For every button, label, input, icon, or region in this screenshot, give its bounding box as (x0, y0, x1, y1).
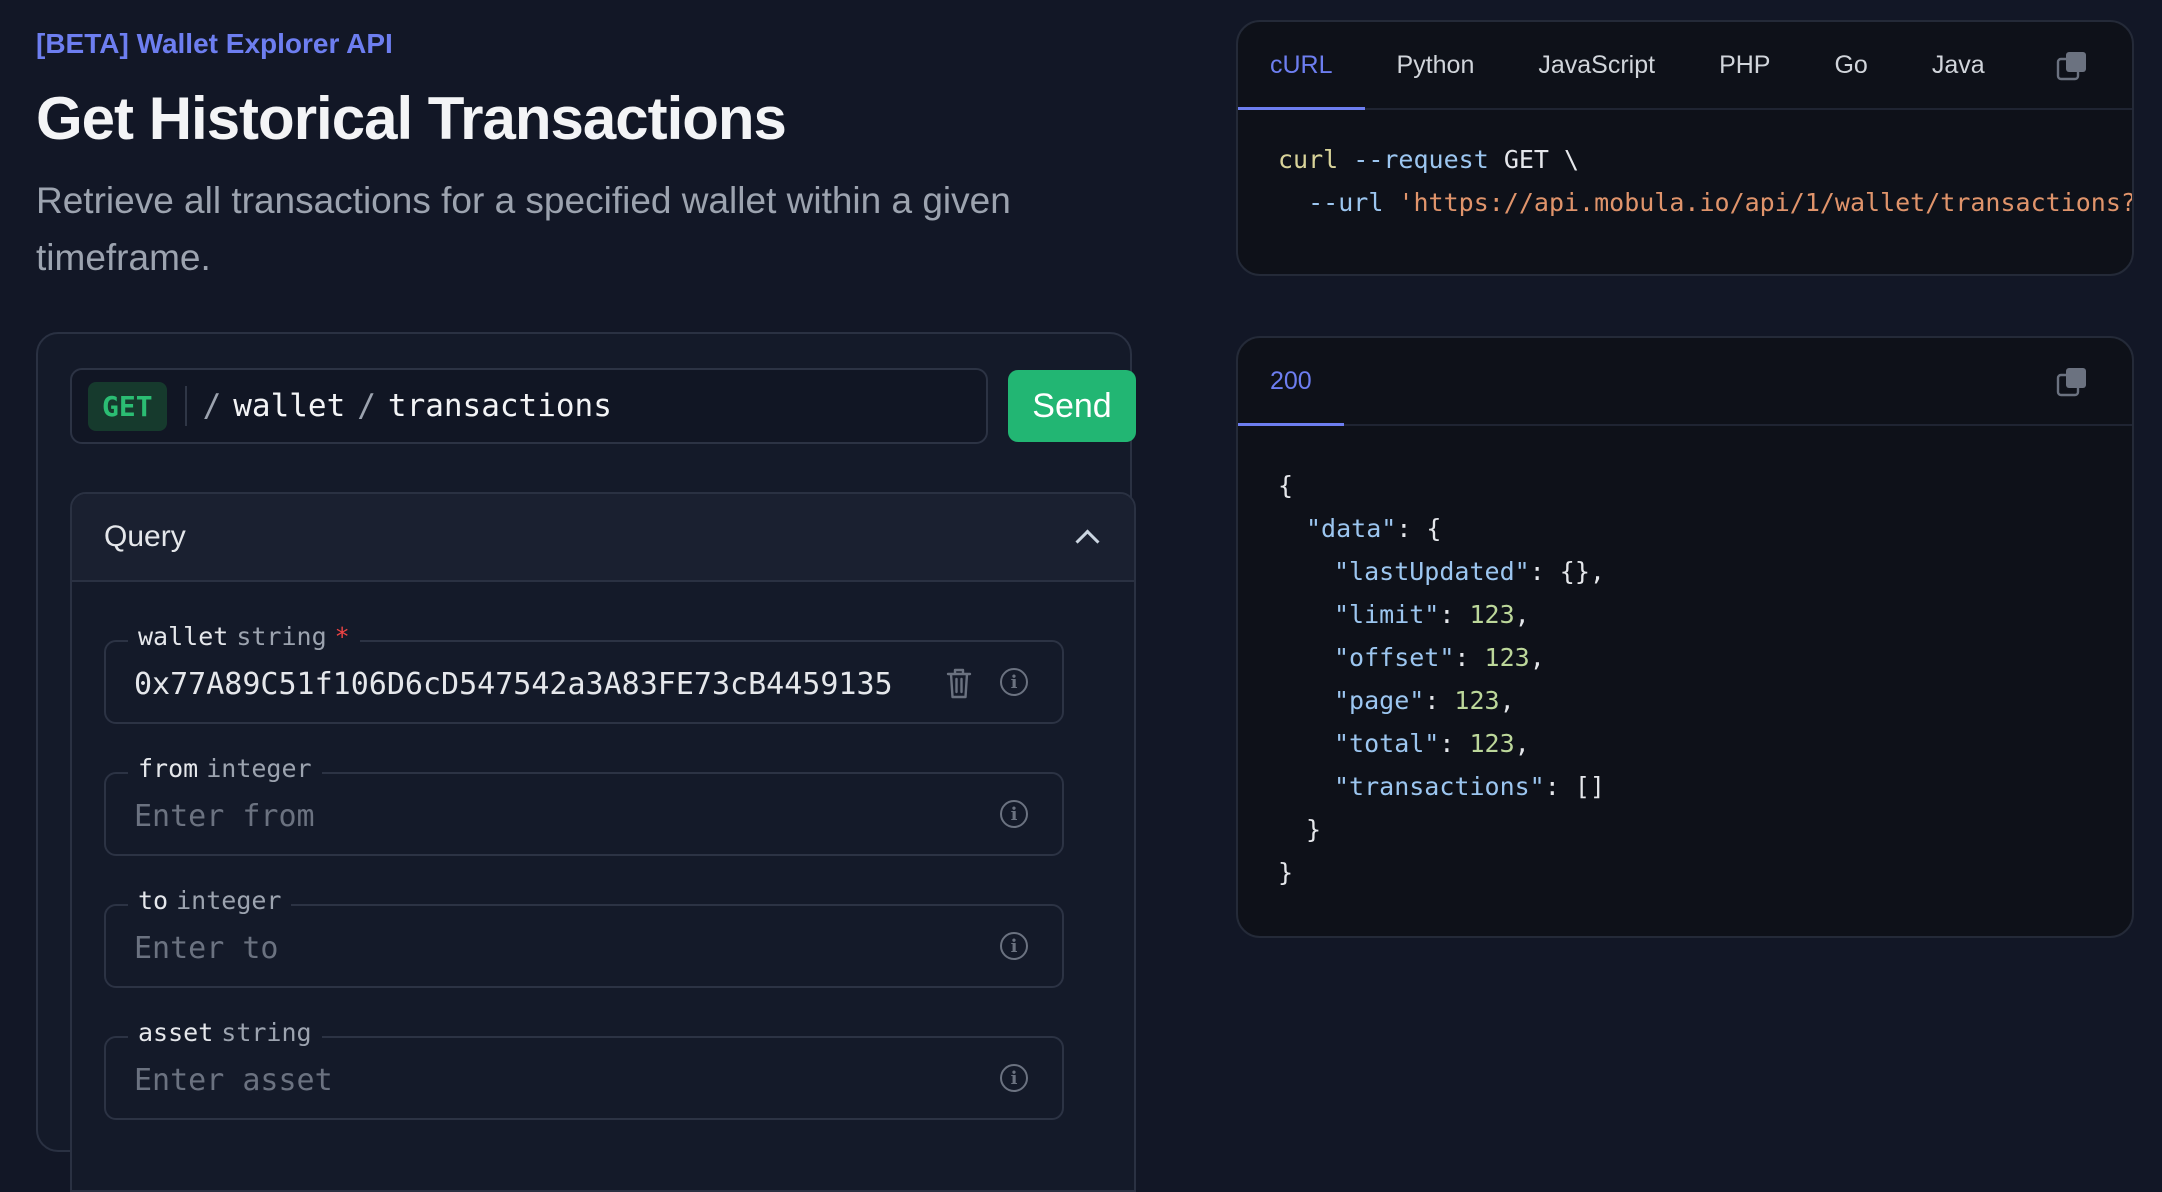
code-command: curl (1278, 145, 1339, 174)
from-field: frominteger i (104, 754, 1064, 856)
request-path: / wallet / transactions (203, 388, 612, 424)
language-tabs: cURL Python JavaScript PHP Go Java (1238, 22, 2132, 110)
info-circle-icon[interactable]: i (1000, 932, 1028, 960)
path-separator: / (357, 388, 376, 424)
field-name: asset (138, 1018, 214, 1047)
json-line: "transactions": [] (1278, 765, 2092, 808)
field-type: string (221, 1018, 312, 1047)
json-key: "offset" (1334, 643, 1455, 672)
tab-go[interactable]: Go (1802, 22, 1899, 108)
copy-icon[interactable] (2056, 366, 2088, 398)
url-divider (184, 386, 187, 426)
field-name: from (138, 754, 199, 783)
code-value: GET \ (1503, 145, 1580, 174)
json-key: "transactions" (1334, 772, 1545, 801)
field-name: wallet (138, 622, 229, 651)
json-line: { (1278, 464, 2092, 507)
tab-python[interactable]: Python (1365, 22, 1507, 108)
json-punct: , (1499, 686, 1515, 715)
chevron-up-icon[interactable] (1075, 528, 1100, 554)
json-line: "offset": 123, (1334, 643, 1545, 672)
field-label: from integer (128, 754, 322, 783)
query-section-header[interactable]: Query (72, 494, 1134, 582)
info-circle-icon[interactable]: i (1000, 668, 1028, 696)
tab-java[interactable]: Java (1900, 22, 2017, 108)
trash-icon[interactable] (944, 666, 974, 700)
json-punct: , (1514, 729, 1530, 758)
json-punct: , (1529, 643, 1545, 672)
page-title: Get Historical Transactions (36, 85, 787, 152)
query-params-panel: Query walletstring* i frominteger (70, 492, 1136, 1192)
code-block: curl --request GET \ --url 'https://api.… (1238, 110, 2132, 224)
to-input[interactable] (134, 928, 894, 968)
json-punct: , (1514, 600, 1530, 629)
page-description: Retrieve all transactions for a specifie… (36, 180, 1011, 278)
required-marker: * (334, 622, 350, 651)
json-brace: } (1306, 815, 1322, 844)
asset-field: assetstring i (104, 1018, 1064, 1120)
from-input[interactable] (134, 796, 894, 836)
wallet-input[interactable] (134, 664, 894, 704)
json-key: "lastUpdated" (1334, 557, 1530, 586)
json-key: "page" (1334, 686, 1425, 715)
info-circle-icon[interactable]: i (1000, 800, 1028, 828)
json-line: "total": 123, (1334, 729, 1530, 758)
json-line: "page": 123, (1334, 686, 1515, 715)
response-tabs: 200 (1238, 338, 2132, 426)
json-number: 123 (1454, 686, 1500, 715)
json-key: "total" (1334, 729, 1440, 758)
field-type: integer (206, 754, 312, 783)
json-line: "limit": 123, (1334, 600, 1530, 629)
json-brace: } (1278, 858, 1294, 887)
response-example: 200 {"data": {"lastUpdated": {}, "limit":… (1236, 336, 2134, 938)
path-segment-transactions: transactions (387, 388, 612, 424)
code-url-string: 'https://api.mobula.io/api/1/wallet/tran… (1398, 188, 2132, 217)
json-line: } (1278, 851, 2092, 894)
json-number: 123 (1484, 643, 1530, 672)
query-section-title: Query (104, 520, 186, 553)
code-flag: --request (1353, 145, 1489, 174)
info-circle-icon[interactable]: i (1000, 1064, 1028, 1092)
tab-php[interactable]: PHP (1687, 22, 1802, 108)
to-field: tointeger i (104, 886, 1064, 988)
json-punct: : {}, (1529, 557, 1605, 586)
json-number: 123 (1469, 729, 1515, 758)
response-json: {"data": {"lastUpdated": {}, "limit": 123… (1238, 426, 2132, 894)
path-separator: / (202, 388, 222, 424)
http-method-badge: GET (88, 381, 167, 431)
code-flag: --url (1308, 188, 1384, 217)
request-url-bar: GET / wallet / transactions (70, 368, 988, 444)
request-code-sample: cURL Python JavaScript PHP Go Java curl … (1236, 20, 2134, 276)
api-group-label[interactable]: [BETA] Wallet Explorer API (36, 28, 393, 60)
field-label: asset string (128, 1018, 322, 1047)
send-button[interactable]: Send (1008, 370, 1136, 442)
api-playground: GET / wallet / transactions Send Query w… (36, 332, 1136, 1192)
copy-icon[interactable] (2056, 50, 2088, 82)
asset-input[interactable] (134, 1060, 894, 1100)
json-punct: : { (1396, 514, 1442, 543)
field-name: to (138, 886, 169, 915)
json-line: } (1278, 808, 2092, 851)
json-key: "limit" (1334, 600, 1440, 629)
tab-javascript[interactable]: JavaScript (1506, 22, 1687, 108)
field-label: wallet string * (128, 622, 360, 651)
json-number: 123 (1469, 600, 1515, 629)
json-key: "data" (1306, 514, 1397, 543)
tab-status-200[interactable]: 200 (1238, 338, 1344, 426)
json-brace: { (1278, 471, 1294, 500)
wallet-field: walletstring* i (104, 622, 1064, 724)
field-label: to integer (128, 886, 292, 915)
json-line: "data": { (1278, 507, 2092, 550)
json-line: "lastUpdated": {}, (1278, 550, 2092, 593)
tab-curl[interactable]: cURL (1238, 22, 1365, 110)
field-type: string (236, 622, 327, 651)
field-type: integer (176, 886, 282, 915)
path-segment-wallet: wallet (233, 388, 346, 424)
json-punct: : [] (1544, 772, 1605, 801)
